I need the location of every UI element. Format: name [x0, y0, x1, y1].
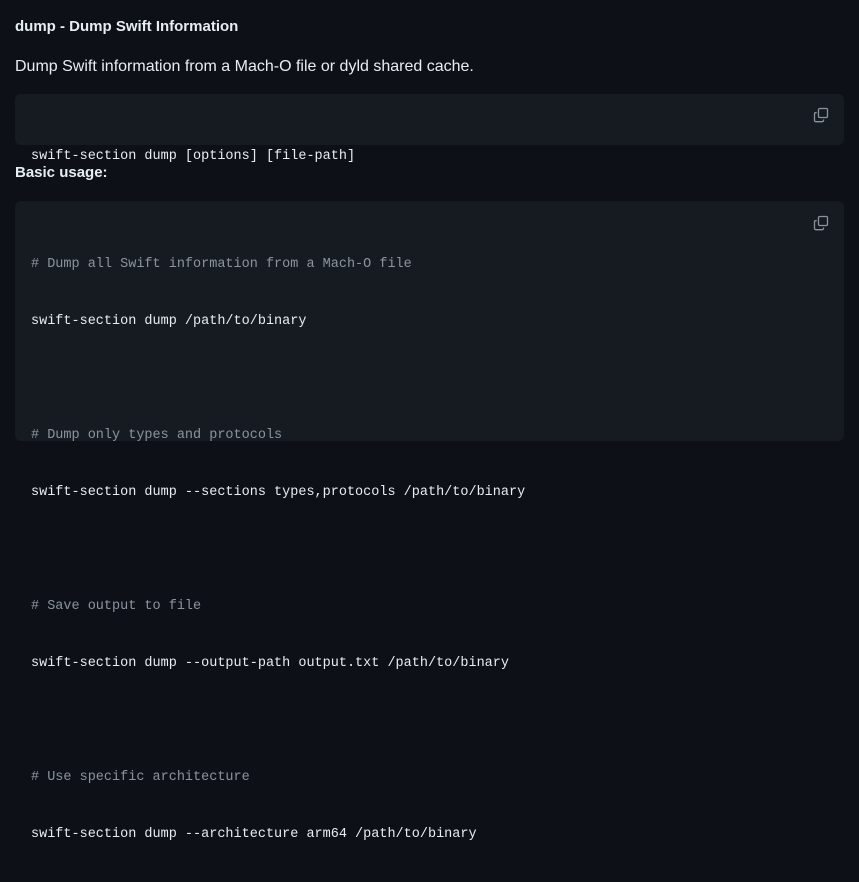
code-command: swift-section dump --output-path output.… [31, 656, 509, 671]
code-comment: # Use specific architecture [31, 770, 250, 785]
code-comment: # Save output to file [31, 599, 202, 614]
code-command: swift-section dump --sections types,prot… [31, 485, 526, 500]
code-comment: # Dump all Swift information from a Mach… [31, 257, 412, 272]
code-command: swift-section dump --architecture arm64 … [31, 827, 477, 842]
copy-icon [813, 107, 829, 123]
code-command: swift-section dump /path/to/binary [31, 314, 307, 329]
examples-code: # Dump all Swift information from a Mach… [31, 217, 525, 882]
section-heading: dump - Dump Swift Information [15, 18, 239, 35]
code-comment: # Dump only types and protocols [31, 428, 283, 443]
copy-button[interactable] [810, 104, 832, 126]
basic-usage-heading: Basic usage: [15, 164, 108, 181]
usage-code: swift-section dump [options] [file-path] [31, 109, 355, 204]
section-description: Dump Swift information from a Mach-O fil… [15, 58, 474, 75]
examples-code-block: # Dump all Swift information from a Mach… [15, 201, 844, 842]
copy-button[interactable] [810, 212, 832, 234]
copy-icon [813, 215, 829, 231]
usage-code-block: swift-section dump [options] [file-path] [15, 94, 844, 164]
